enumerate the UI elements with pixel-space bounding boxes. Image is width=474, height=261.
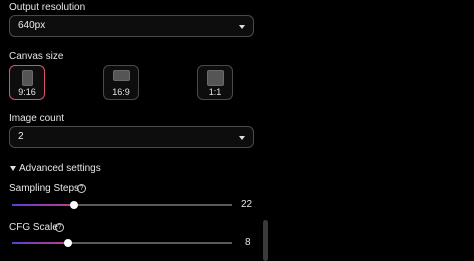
help-icon[interactable]: ? <box>77 184 86 193</box>
collapse-caret-icon[interactable] <box>10 166 16 171</box>
help-icon[interactable]: ? <box>55 223 64 232</box>
canvas-ratio-label: 9:16 <box>18 87 36 97</box>
image-count-select[interactable]: 2 <box>9 126 254 148</box>
output-resolution-label: Output resolution <box>9 2 86 13</box>
square-ratio-icon <box>207 70 224 86</box>
slider-thumb[interactable] <box>70 201 78 209</box>
canvas-ratio-16-9-button[interactable]: 16:9 <box>103 65 139 100</box>
slider-fill <box>12 204 74 206</box>
output-resolution-value: 640px <box>18 20 46 31</box>
image-count-label: Image count <box>9 113 65 124</box>
advanced-settings-toggle[interactable]: Advanced settings <box>19 163 101 175</box>
cfg-scale-slider[interactable] <box>12 239 232 247</box>
image-count-value: 2 <box>18 131 24 142</box>
canvas-ratio-label: 16:9 <box>112 87 130 97</box>
cfg-scale-value: 8 <box>245 237 251 248</box>
slider-thumb[interactable] <box>64 239 72 247</box>
cfg-scale-label: CFG Scale <box>9 222 58 233</box>
landscape-ratio-icon <box>113 70 130 81</box>
slider-fill <box>12 242 68 244</box>
chevron-down-icon <box>239 25 245 29</box>
canvas-size-label: Canvas size <box>9 51 64 62</box>
canvas-ratio-1-1-button[interactable]: 1:1 <box>197 65 233 100</box>
canvas-ratio-label: 1:1 <box>208 87 222 97</box>
sampling-steps-slider[interactable] <box>12 201 232 209</box>
scrollbar[interactable] <box>263 220 268 261</box>
sampling-steps-label: Sampling Steps <box>9 183 80 194</box>
sampling-steps-value: 22 <box>241 199 253 210</box>
chevron-down-icon <box>239 136 245 140</box>
output-resolution-select[interactable]: 640px <box>9 15 254 37</box>
portrait-ratio-icon <box>22 70 33 86</box>
settings-panel: Output resolution 640px Canvas size 9:16… <box>0 0 474 261</box>
canvas-ratio-9-16-button[interactable]: 9:16 <box>9 65 45 100</box>
